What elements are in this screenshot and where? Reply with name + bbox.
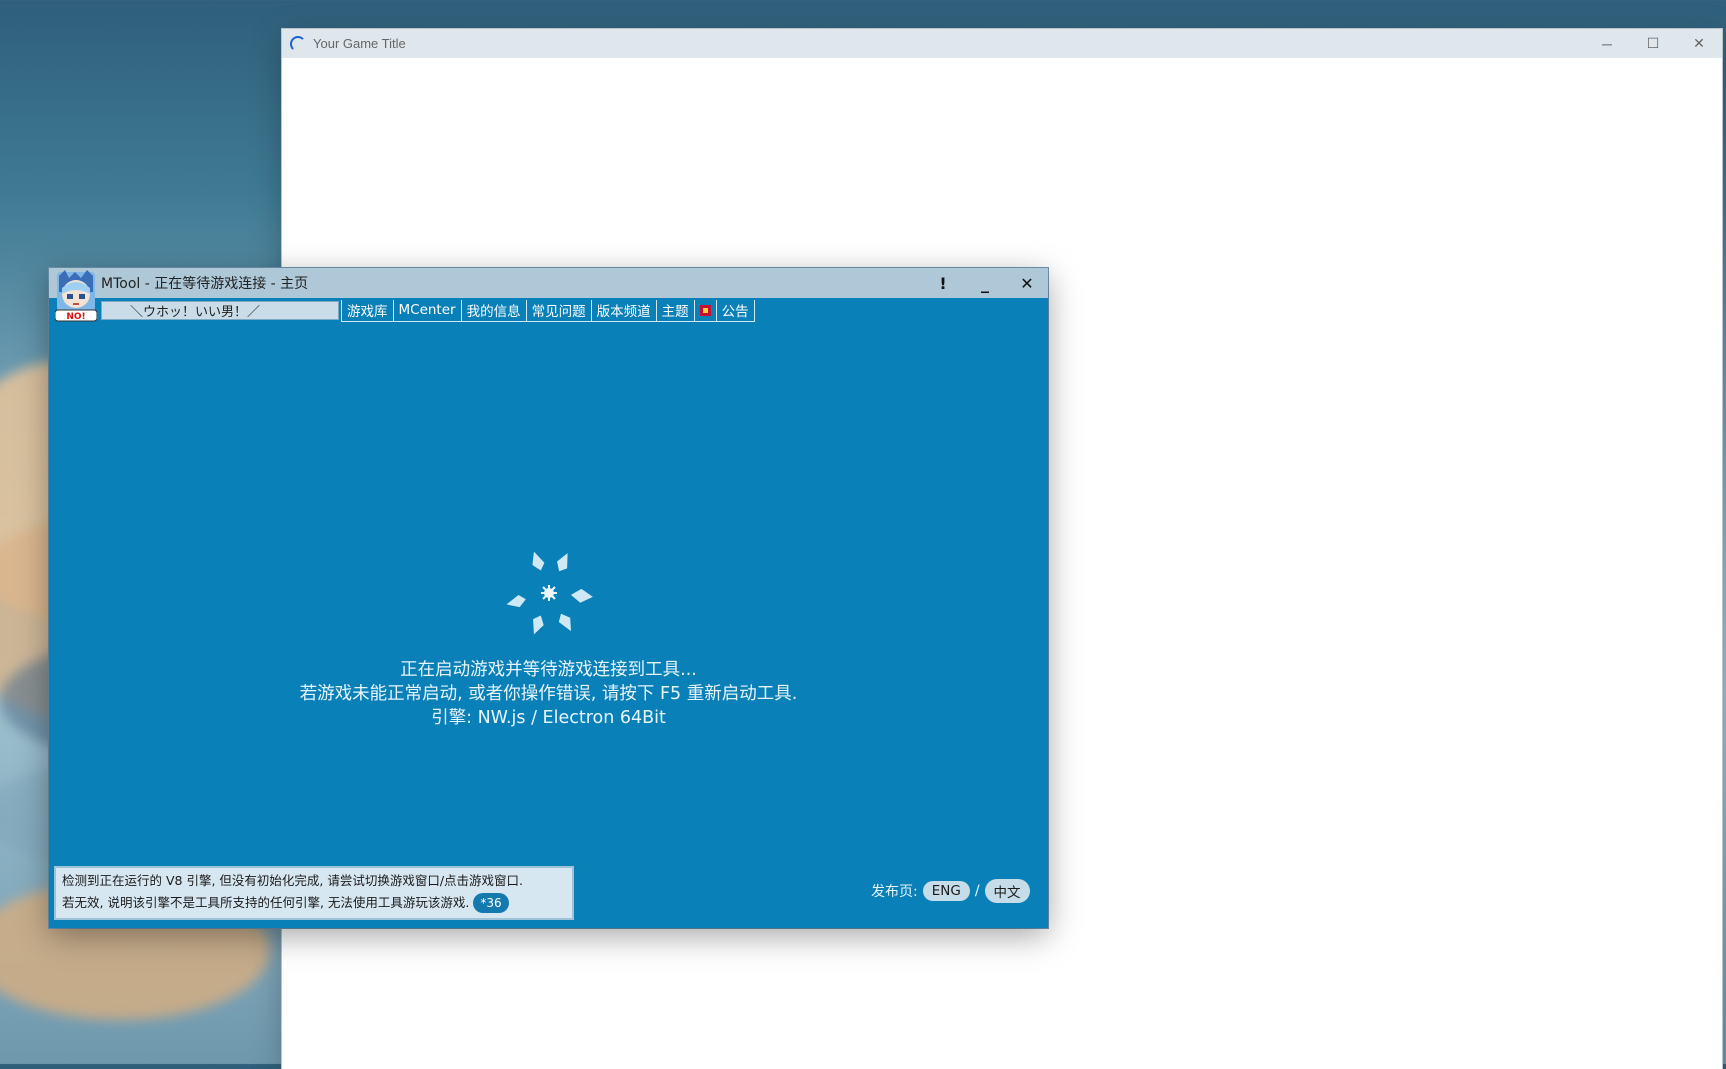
motto-field[interactable]: ＼ウホッ！いい男！／ bbox=[101, 300, 339, 320]
mtool-window-title: MTool - 正在等待游戏连接 - 主页 bbox=[101, 276, 309, 292]
flag-icon bbox=[699, 304, 711, 316]
tab-version-channel[interactable]: 版本频道 bbox=[591, 299, 657, 322]
engine-notice-line2: 若无效, 说明该引擎不是工具所支持的任何引擎, 无法使用工具游玩该游戏. bbox=[62, 895, 470, 910]
close-button[interactable]: ✕ bbox=[1676, 29, 1722, 58]
release-cn-link[interactable]: 中文 bbox=[984, 879, 1030, 903]
loading-spinner-icon bbox=[506, 551, 593, 635]
release-links: 发布页: ENG / 中文 bbox=[871, 879, 1030, 903]
tab-language-flag[interactable] bbox=[694, 299, 717, 322]
game-titlebar[interactable]: Your Game Title ─ ☐ ✕ bbox=[282, 29, 1722, 58]
loading-message: 正在启动游戏并等待游戏连接到工具... 若游戏未能正常启动, 或者你操作错误, … bbox=[49, 658, 1048, 730]
release-label: 发布页: bbox=[871, 884, 918, 900]
release-eng-link[interactable]: ENG bbox=[922, 881, 970, 901]
avatar[interactable]: NO! bbox=[55, 270, 97, 322]
maximize-button[interactable]: ☐ bbox=[1630, 29, 1676, 58]
engine-notice: 检测到正在运行的 V8 引擎, 但没有初始化完成, 请尝试切换游戏窗口/点击游戏… bbox=[54, 866, 574, 920]
tab-announcement[interactable]: 公告 bbox=[716, 299, 755, 322]
close-button[interactable]: ✕ bbox=[1006, 274, 1048, 293]
alert-button[interactable]: ! bbox=[922, 274, 964, 293]
minimize-button[interactable]: ─ bbox=[1584, 29, 1630, 58]
minimize-button[interactable]: _ bbox=[964, 274, 1006, 293]
loading-message-line1: 正在启动游戏并等待游戏连接到工具... bbox=[400, 660, 697, 680]
tab-faq[interactable]: 常见问题 bbox=[526, 299, 592, 322]
mtool-tabbar: ＼ウホッ！いい男！／ 游戏库 MCenter 我的信息 常见问题 版本频道 主题… bbox=[49, 298, 1048, 322]
mtool-titlebar[interactable]: MTool - 正在等待游戏连接 - 主页 ! _ ✕ bbox=[49, 268, 1048, 298]
tab-mcenter[interactable]: MCenter bbox=[393, 299, 462, 322]
engine-notice-line2-wrap: 若无效, 说明该引擎不是工具所支持的任何引擎, 无法使用工具游玩该游戏. *36 bbox=[62, 892, 566, 914]
notice-count-badge: *36 bbox=[473, 893, 509, 913]
game-window-title: Your Game Title bbox=[313, 36, 406, 51]
loading-spinner-icon bbox=[290, 35, 306, 52]
engine-info: 引擎: NW.js / Electron 64Bit bbox=[431, 708, 666, 728]
tab-my-info[interactable]: 我的信息 bbox=[461, 299, 527, 322]
engine-notice-line1: 检测到正在运行的 V8 引擎, 但没有初始化完成, 请尝试切换游戏窗口/点击游戏… bbox=[62, 873, 524, 888]
loading-message-line2: 若游戏未能正常启动, 或者你操作错误, 请按下 F5 重新启动工具. bbox=[299, 684, 798, 704]
tab-game-library[interactable]: 游戏库 bbox=[341, 299, 394, 322]
tab-theme[interactable]: 主题 bbox=[656, 299, 695, 322]
release-separator: / bbox=[974, 883, 980, 899]
avatar-badge: NO! bbox=[66, 312, 85, 322]
